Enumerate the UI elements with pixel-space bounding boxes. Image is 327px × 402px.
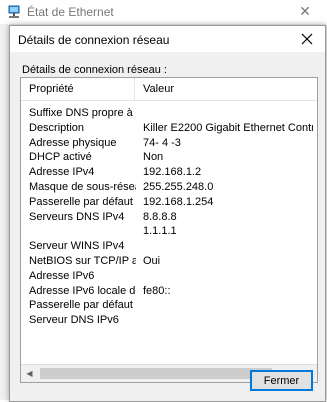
table-row[interactable]: Adresse IPv6 — [21, 269, 317, 284]
column-header-property[interactable]: Propriété — [29, 83, 74, 95]
row-value: 192.168.1.2 — [143, 166, 202, 179]
dialog-title: Détails de connexion réseau — [18, 33, 170, 47]
row-property: Suffixe DNS propre à la ... — [29, 107, 136, 119]
scrollbar-thumb[interactable] — [40, 368, 272, 379]
column-header-value[interactable]: Valeur — [143, 83, 174, 95]
row-property: NetBIOS sur TCP/IP act... — [29, 254, 136, 267]
scroll-left-icon[interactable]: ◀ — [21, 365, 38, 382]
row-property: Adresse physique — [29, 136, 117, 149]
table-row[interactable]: Adresse IPv6 locale de li... fe80:: — [21, 284, 317, 299]
row-property: DHCP activé — [29, 151, 92, 164]
row-property: Masque de sous-réseau ... — [29, 180, 136, 193]
parent-titlebar: État de Ethernet ✕ — [0, 0, 327, 24]
table-row[interactable]: Serveurs DNS IPv4 8.8.8.8 — [21, 210, 317, 225]
row-property: Adresse IPv6 locale de li... — [29, 284, 136, 297]
table-row[interactable]: Description Killer E2200 Gigabit Etherne… — [21, 121, 317, 136]
table-row[interactable]: DHCP activé Non — [21, 150, 317, 165]
row-property: Adresse IPv6 — [29, 269, 95, 282]
network-icon — [8, 5, 20, 18]
row-value: fe80:: — [143, 284, 171, 297]
table-row[interactable]: Adresse IPv4 192.168.1.2 — [21, 165, 317, 180]
table-row[interactable]: NetBIOS sur TCP/IP act... Oui — [21, 254, 317, 269]
parent-window: État de Ethernet ✕ Détails de connexion … — [0, 0, 327, 402]
close-button[interactable]: Fermer — [250, 370, 313, 391]
table-row[interactable]: Serveur WINS IPv4 — [21, 239, 317, 254]
row-property: Passerelle par défaut IPv6 — [29, 299, 136, 312]
table-row[interactable]: 1.1.1.1 — [21, 224, 317, 239]
table-row[interactable]: Suffixe DNS propre à la ... — [21, 106, 317, 121]
parent-close-icon[interactable]: ✕ — [297, 3, 313, 19]
section-label: Détails de connexion réseau : — [22, 64, 167, 76]
row-property: Passerelle par défaut IPv4 — [29, 195, 136, 208]
dialog-titlebar: Détails de connexion réseau — [10, 26, 325, 52]
row-value: Killer E2200 Gigabit Ethernet Controller — [143, 121, 313, 134]
row-value: Oui — [143, 254, 161, 267]
listview-rows: Suffixe DNS propre à la ... Description … — [21, 106, 317, 328]
table-row[interactable]: Passerelle par défaut IPv4 192.168.1.254 — [21, 195, 317, 210]
row-value: 255.255.248.0 — [143, 180, 214, 193]
column-separator[interactable] — [134, 78, 135, 100]
row-value: 192.168.1.254 — [143, 195, 214, 208]
row-value: 8.8.8.8 — [143, 210, 177, 223]
parent-window-title: État de Ethernet — [27, 5, 114, 19]
listview-header: Propriété Valeur — [21, 78, 317, 101]
row-property: Serveurs DNS IPv4 — [29, 210, 125, 223]
row-value: 74- 4 -3 — [143, 136, 181, 149]
table-row[interactable]: Serveur DNS IPv6 — [21, 313, 317, 328]
row-property: Description — [29, 121, 85, 134]
connection-details-dialog: Détails de connexion réseau Détails de c… — [9, 25, 326, 402]
table-row[interactable]: Masque de sous-réseau ... 255.255.248.0 — [21, 180, 317, 195]
details-listview[interactable]: Propriété Valeur Suffixe DNS propre à la… — [20, 77, 318, 383]
row-value: 1.1.1.1 — [143, 225, 177, 238]
row-property: Adresse IPv4 — [29, 166, 95, 179]
table-row[interactable]: Passerelle par défaut IPv6 — [21, 298, 317, 313]
row-property: Serveur WINS IPv4 — [29, 240, 125, 253]
row-value: Non — [143, 151, 164, 164]
table-row[interactable]: Adresse physique 74- 4 -3 — [21, 136, 317, 151]
row-property: Serveur DNS IPv6 — [29, 314, 119, 327]
close-icon[interactable] — [299, 31, 315, 47]
